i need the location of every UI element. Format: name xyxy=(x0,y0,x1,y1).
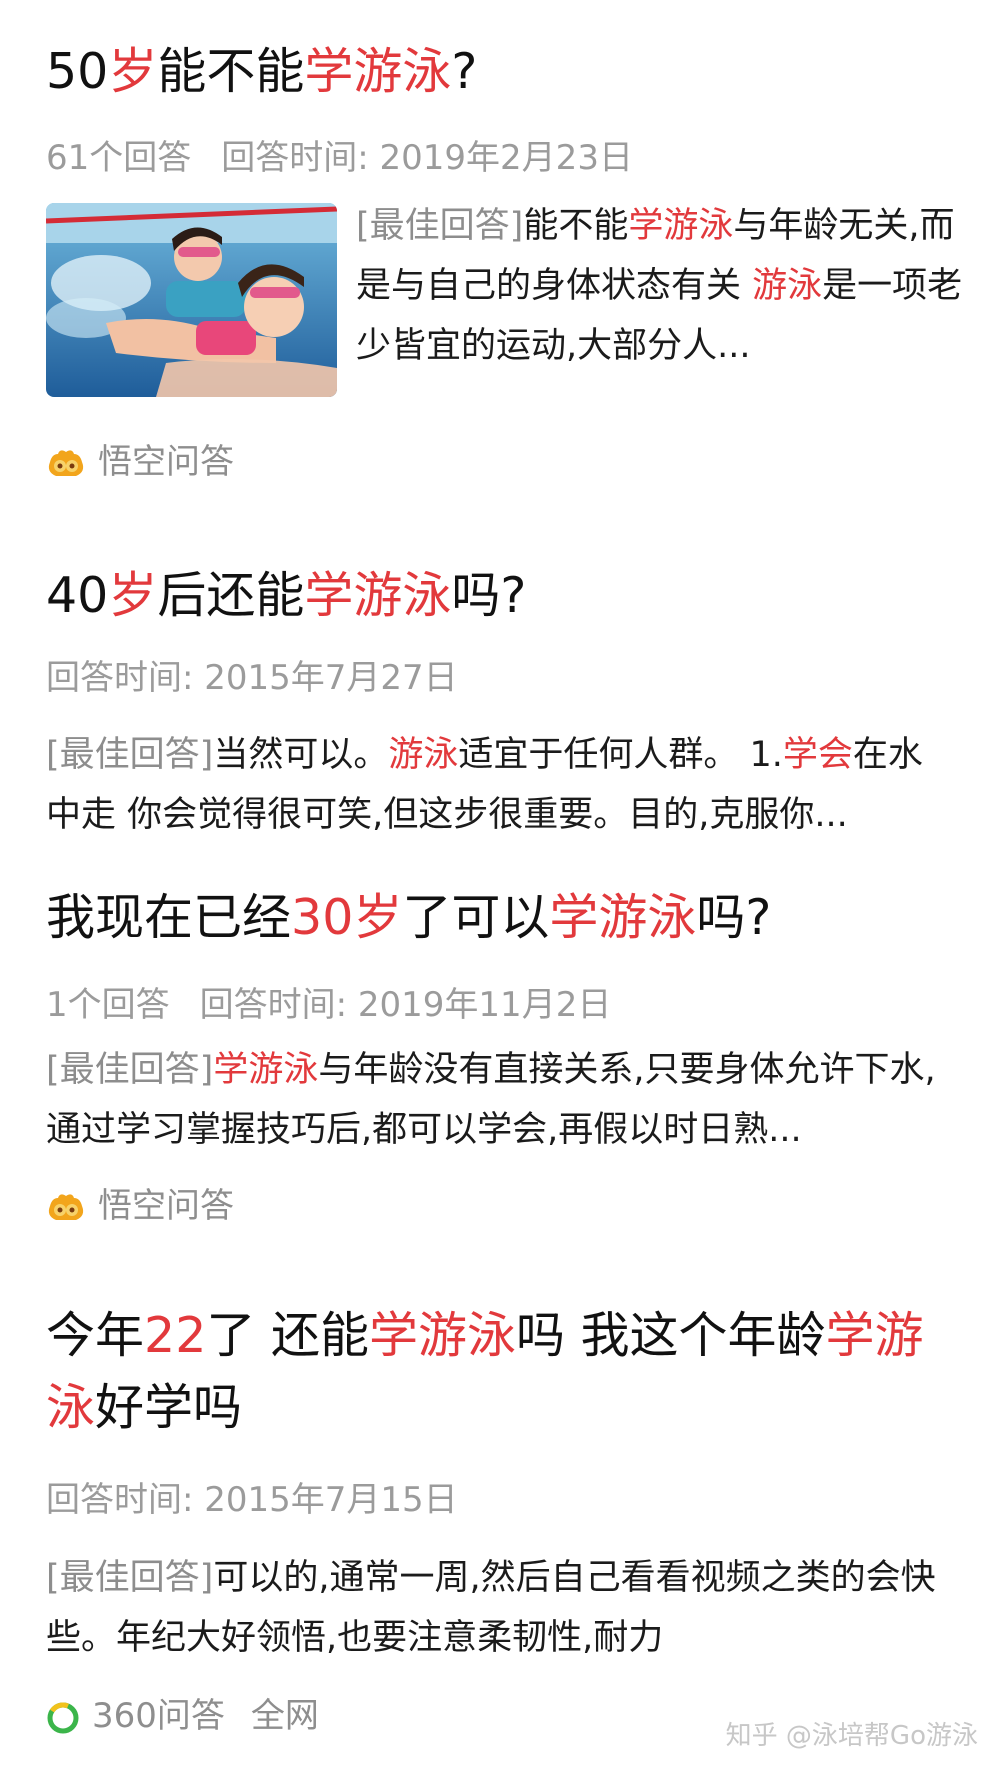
answer-source[interactable]: 360问答 全网 xyxy=(46,1696,319,1736)
result-title[interactable]: 今年22了 还能学游泳吗 我这个年龄学游泳好学吗 xyxy=(46,1300,946,1444)
text-segment: 能不能 xyxy=(523,206,629,246)
highlight-keyword: 游泳 xyxy=(752,266,823,306)
text-segment: 了 还能 xyxy=(206,1307,369,1364)
answer-count: 1个回答 xyxy=(46,985,170,1025)
highlight-keyword: 30岁 xyxy=(291,889,403,946)
highlight-keyword: 学游泳 xyxy=(628,206,734,246)
result-title[interactable]: 我现在已经30岁了可以学游泳吗? xyxy=(46,882,771,954)
highlight-keyword: 岁 xyxy=(108,567,158,624)
highlight-keyword: 学游泳 xyxy=(304,567,452,624)
result-meta: 回答时间: 2015年7月27日 xyxy=(46,658,458,698)
answer-time: 回答时间: 2019年11月2日 xyxy=(199,985,612,1025)
highlight-keyword: 学游泳 xyxy=(304,43,452,100)
highlight-keyword: 游泳 xyxy=(388,735,459,775)
highlight-keyword: 学游泳 xyxy=(368,1307,516,1364)
source-scope: 全网 xyxy=(250,1696,319,1736)
360-logo-icon xyxy=(47,1701,79,1733)
text-segment: 40 xyxy=(46,567,109,624)
highlight-keyword: 学会 xyxy=(782,735,853,775)
best-answer-snippet[interactable]: [最佳回答]能不能学游泳与年龄无关,而是与自己的身体状态有关 游泳是一项老少皆宜… xyxy=(356,196,964,376)
best-answer-tag: [最佳回答] xyxy=(46,1558,214,1598)
text-segment: 50 xyxy=(46,43,109,100)
text-segment: 能不能 xyxy=(157,43,305,100)
text-segment: 好学吗 xyxy=(95,1379,243,1436)
best-answer-tag: [最佳回答] xyxy=(46,1050,214,1090)
result-title[interactable]: 50岁能不能学游泳? xyxy=(46,36,477,108)
result-meta: 1个回答 回答时间: 2019年11月2日 xyxy=(46,985,611,1025)
answer-time: 回答时间: 2015年7月27日 xyxy=(46,658,458,698)
answer-source[interactable]: 悟空问答 xyxy=(46,1186,234,1226)
best-answer-snippet[interactable]: [最佳回答]当然可以。游泳适宜于任何人群。 1.学会在水中走 你会觉得很可笑,但… xyxy=(46,725,956,845)
text-segment: 吗 我这个年龄 xyxy=(515,1307,826,1364)
wukong-logo-icon xyxy=(48,449,84,476)
source-name: 360问答 xyxy=(92,1696,225,1736)
text-segment: 当然可以。 xyxy=(213,735,389,775)
result-meta: 回答时间: 2015年7月15日 xyxy=(46,1480,458,1520)
zhihu-watermark: 知乎 @泳培帮Go游泳 xyxy=(725,1721,978,1751)
source-name: 悟空问答 xyxy=(98,1186,234,1226)
text-segment: ? xyxy=(451,43,478,100)
swimming-photo-image xyxy=(46,203,337,397)
text-segment: 吗? xyxy=(451,567,527,624)
text-segment: 我现在已经 xyxy=(46,889,292,946)
best-answer-snippet[interactable]: [最佳回答]可以的,通常一周,然后自己看看视频之类的会快些。年纪大好领悟,也要注… xyxy=(46,1548,956,1668)
answer-time: 回答时间: 2015年7月15日 xyxy=(46,1480,458,1520)
source-name: 悟空问答 xyxy=(98,442,234,482)
text-segment: 后还能 xyxy=(157,567,305,624)
text-segment: 适宜于任何人群。 1. xyxy=(458,735,783,775)
answer-time: 回答时间: 2019年2月23日 xyxy=(221,138,633,178)
best-answer-snippet[interactable]: [最佳回答]学游泳与年龄没有直接关系,只要身体允许下水,通过学习掌握技巧后,都可… xyxy=(46,1040,956,1160)
highlight-keyword: 22 xyxy=(144,1307,207,1364)
answer-source[interactable]: 悟空问答 xyxy=(46,442,234,482)
answer-count: 61个回答 xyxy=(46,138,192,178)
highlight-keyword: 学游泳 xyxy=(213,1050,319,1090)
text-segment: 了可以 xyxy=(402,889,550,946)
result-meta: 61个回答 回答时间: 2019年2月23日 xyxy=(46,138,633,178)
wukong-logo-icon xyxy=(48,1193,84,1220)
highlight-keyword: 岁 xyxy=(108,43,158,100)
highlight-keyword: 学游泳 xyxy=(549,889,697,946)
text-segment: 今年 xyxy=(46,1307,145,1364)
best-answer-tag: [最佳回答] xyxy=(46,735,214,775)
result-title[interactable]: 40岁后还能学游泳吗? xyxy=(46,560,526,632)
best-answer-tag: [最佳回答] xyxy=(356,206,524,246)
result-thumbnail[interactable] xyxy=(46,203,337,397)
text-segment: 吗? xyxy=(696,889,772,946)
